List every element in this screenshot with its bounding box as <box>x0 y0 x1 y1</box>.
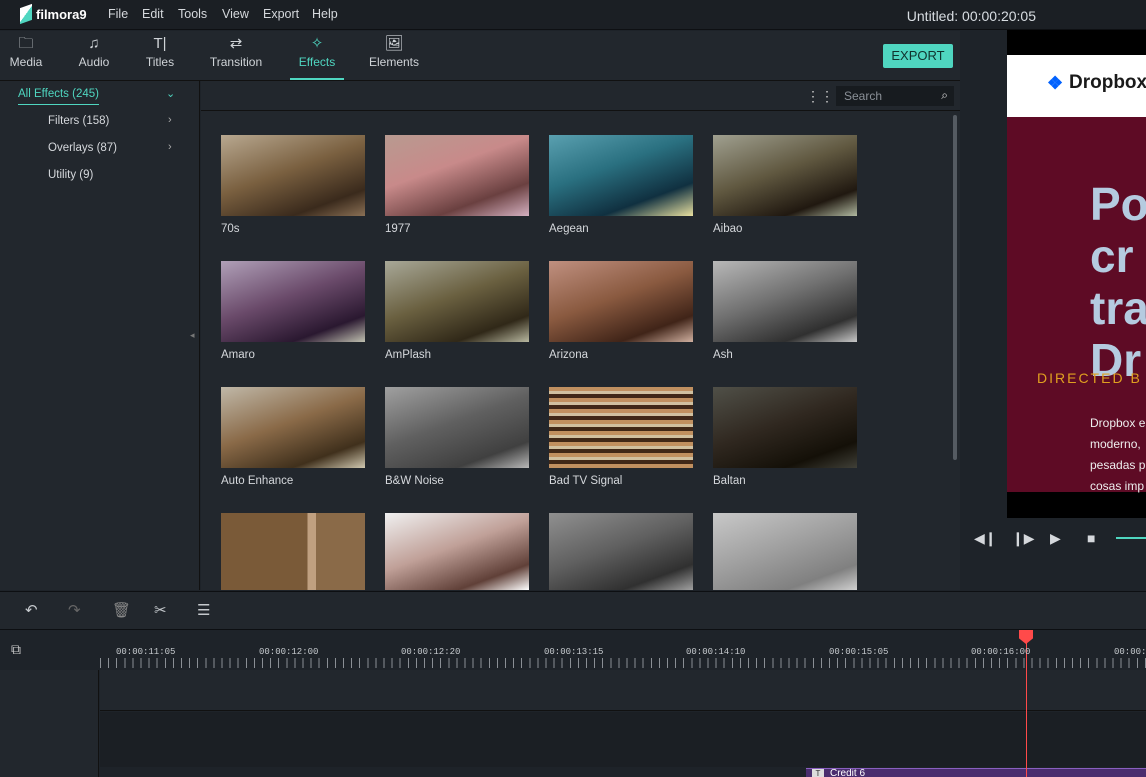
category-item[interactable]: All Effects (245) <box>18 88 99 105</box>
text-icon: T| <box>153 35 167 52</box>
tab-label: Audio <box>78 55 110 69</box>
preview-header: ❖ Dropbox <box>1007 55 1146 117</box>
effect-thumbnail[interactable] <box>549 135 693 216</box>
effect-thumbnail[interactable] <box>221 261 365 342</box>
track-1[interactable] <box>100 670 1146 711</box>
effect-label: AmPlash <box>385 349 432 361</box>
tab-effects[interactable]: ✧ Effects <box>290 31 344 80</box>
effect-thumbnail[interactable] <box>221 387 365 468</box>
project-duration: 00:00:20:05 <box>962 8 1036 24</box>
track-headers <box>0 670 99 777</box>
chevron-right-icon[interactable]: › <box>168 114 1124 126</box>
playhead[interactable] <box>1026 638 1027 777</box>
effect-thumbnail[interactable] <box>713 135 857 216</box>
menu-view[interactable]: View <box>222 7 249 21</box>
preview-directed: DIRECTED B <box>1037 370 1142 386</box>
ruler-ticks <box>100 658 1146 668</box>
tab-media[interactable]: 🗀 Media <box>0 31 52 80</box>
add-track-icon[interactable]: ⧉ <box>11 641 21 658</box>
app-name: filmora9 <box>36 6 87 22</box>
effect-thumbnail[interactable] <box>385 261 529 342</box>
title-clip-icon: T <box>812 769 824 777</box>
effect-label: 70s <box>221 223 240 235</box>
category-item[interactable]: Utility (9) <box>48 169 93 181</box>
effect-label: Auto Enhance <box>221 475 294 487</box>
effect-thumbnail[interactable] <box>713 387 857 468</box>
ruler-label: 00:00:11:05 <box>116 647 176 657</box>
effect-thumbnail[interactable] <box>713 261 857 342</box>
filmora-logo-icon <box>20 3 32 25</box>
preview-paragraph: Dropbox e moderno, pesadas p cosas imp <box>1090 416 1146 493</box>
redo-icon[interactable]: ↷ <box>68 601 81 619</box>
effect-thumbnail[interactable] <box>713 513 857 590</box>
effect-label: Ash <box>713 349 733 361</box>
tab-label: Titles <box>145 55 175 69</box>
effects-star-icon: ✧ <box>310 35 324 52</box>
ruler-label: 00:00:15:05 <box>829 647 889 657</box>
preview-headline: Po cr tra Dr <box>1090 178 1146 386</box>
ruler-label: 00:00:13:15 <box>544 647 604 657</box>
playback-progress[interactable] <box>1116 537 1146 539</box>
tab-elements[interactable]: 🖼 Elements <box>360 31 428 80</box>
tab-audio[interactable]: ♫ Audio <box>66 31 122 80</box>
export-button[interactable]: EXPORT <box>883 44 953 68</box>
tab-label: Effects <box>298 55 336 69</box>
delete-icon[interactable]: 🗑 <box>112 601 131 619</box>
effect-label: 1977 <box>385 223 411 235</box>
play-icon[interactable]: ▶ <box>1050 530 1061 547</box>
menu-edit[interactable]: Edit <box>142 7 164 21</box>
transition-icon: ⇄ <box>229 35 243 52</box>
menu-help[interactable]: Help <box>312 7 338 21</box>
undo-icon[interactable]: ↶ <box>25 601 38 619</box>
image-icon: 🖼 <box>384 35 404 52</box>
effect-label: Aegean <box>549 223 589 235</box>
ruler-label: 00:00:1 <box>1114 647 1146 657</box>
category-panel <box>0 81 200 590</box>
effect-label: Amaro <box>221 349 255 361</box>
folder-icon: 🗀 <box>18 35 34 52</box>
timeline-clip[interactable]: T Credit 6 <box>806 768 1146 777</box>
effect-label: Arizona <box>549 349 588 361</box>
effect-label: Aibao <box>713 223 743 235</box>
previous-frame-icon[interactable]: ◀❙ <box>974 530 997 547</box>
ruler-label: 00:00:12:00 <box>259 647 319 657</box>
effect-label: Baltan <box>713 475 746 487</box>
effect-label: Bad TV Signal <box>549 475 623 487</box>
effect-thumbnail[interactable] <box>385 513 529 590</box>
tab-titles[interactable]: T| Titles <box>136 31 184 80</box>
menu-file[interactable]: File <box>108 7 128 21</box>
adjust-icon[interactable]: ☰ <box>197 601 210 619</box>
ruler-label: 00:00:14:10 <box>686 647 746 657</box>
music-note-icon: ♫ <box>88 35 100 52</box>
menu-tools[interactable]: Tools <box>178 7 207 21</box>
ruler-label: 00:00:12:20 <box>401 647 461 657</box>
effect-thumbnail[interactable] <box>221 513 365 590</box>
effect-thumbnail[interactable] <box>385 387 529 468</box>
effect-thumbnail[interactable] <box>549 387 693 468</box>
effect-thumbnail[interactable] <box>385 135 529 216</box>
ruler-label: 00:00:16:00 <box>971 647 1031 657</box>
collapse-panel-icon[interactable]: ◂ <box>190 330 195 341</box>
effect-thumbnail[interactable] <box>221 135 365 216</box>
timeline-toolbar <box>0 591 1146 630</box>
tab-label: Media <box>9 55 43 69</box>
next-frame-icon[interactable]: ❙▶ <box>1012 530 1035 547</box>
chevron-down-icon[interactable]: ⌄ <box>166 87 1124 100</box>
effect-thumbnail[interactable] <box>549 513 693 590</box>
effect-thumbnail[interactable] <box>549 261 693 342</box>
tab-label: Transition <box>209 55 263 69</box>
cut-icon[interactable]: ✂ <box>154 601 167 619</box>
app-logo: filmora9 <box>20 3 87 25</box>
category-item[interactable]: Overlays (87) <box>48 142 117 154</box>
tab-label: Elements <box>368 55 420 69</box>
stop-icon[interactable]: ■ <box>1087 530 1095 546</box>
library-scrollbar[interactable] <box>953 115 957 460</box>
tab-transition[interactable]: ⇄ Transition <box>200 31 272 80</box>
menu-export[interactable]: Export <box>263 7 299 21</box>
effect-label: B&W Noise <box>385 475 444 487</box>
category-item[interactable]: Filters (158) <box>48 115 109 127</box>
track-2[interactable] <box>100 712 1146 767</box>
project-title: Untitled: 00:00:20:05 <box>906 8 1036 24</box>
